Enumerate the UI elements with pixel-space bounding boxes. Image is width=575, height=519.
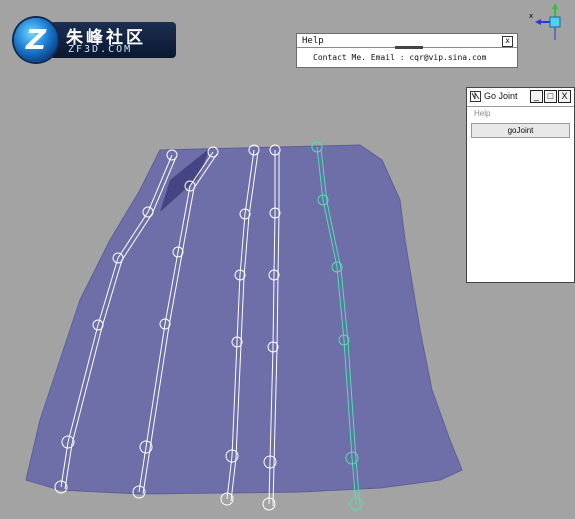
go-joint-window[interactable]: Go Joint _ □ X Help goJoint: [466, 87, 575, 283]
go-joint-title: Go Joint: [484, 91, 518, 101]
drag-handle[interactable]: [395, 46, 423, 49]
site-logo: Z 朱峰社区 ZF3D.COM: [14, 18, 176, 62]
help-window[interactable]: Help x Contact Me. Email : cqr@vip.sina.…: [296, 33, 518, 68]
menu-item-help[interactable]: Help: [474, 109, 490, 118]
go-joint-titlebar[interactable]: Go Joint _ □ X: [467, 88, 574, 107]
contact-info: Contact Me. Email : cqr@vip.sina.com: [313, 53, 487, 62]
logo-badge-icon: Z: [14, 18, 58, 62]
maximize-button[interactable]: □: [544, 90, 557, 103]
x-axis-label: x: [529, 12, 533, 20]
logo-title-en: ZF3D.COM: [68, 44, 133, 55]
skirt-mesh: [25, 144, 463, 495]
gojoint-button[interactable]: goJoint: [471, 123, 570, 138]
script-window-icon: [470, 91, 481, 102]
logo-badge-letter: Z: [25, 23, 47, 56]
view-axis-gizmo-icon[interactable]: x: [527, 2, 571, 48]
help-window-title: Help: [302, 36, 324, 46]
close-icon[interactable]: x: [502, 36, 513, 47]
minimize-button[interactable]: _: [530, 90, 543, 103]
close-button[interactable]: X: [558, 90, 571, 103]
